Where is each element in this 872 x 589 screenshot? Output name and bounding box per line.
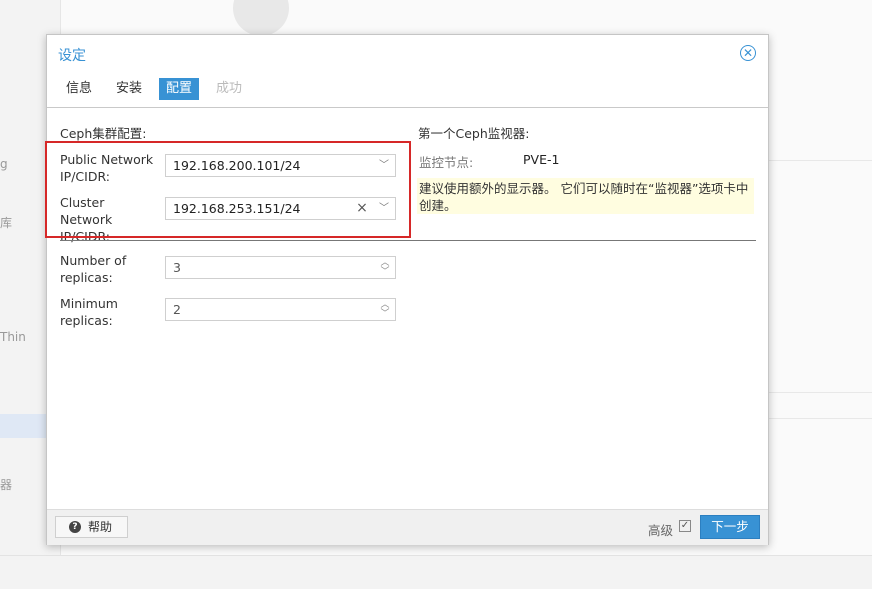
spinner-arrows-icon[interactable]: ︿ ﹀ <box>379 259 391 277</box>
background-sidebar-selected <box>0 414 46 438</box>
number-of-replicas-spinner[interactable]: 3 ︿ ﹀ <box>165 256 396 279</box>
minimum-replicas-spinner[interactable]: 2 ︿ ﹀ <box>165 298 396 321</box>
background-divider <box>766 418 872 419</box>
advanced-label: 高级 <box>648 523 674 538</box>
tab-install[interactable]: 安装 <box>109 78 149 100</box>
monitor-node-label: 监控节点: <box>419 155 474 170</box>
question-icon: ? <box>69 521 81 533</box>
close-icon[interactable]: ✕ <box>740 45 756 61</box>
spinner-arrows-icon[interactable]: ︿ ﹀ <box>379 301 391 319</box>
minimum-replicas-value: 2 <box>173 302 181 317</box>
tab-bar: 信息 安装 配置 成功 <box>47 73 768 108</box>
help-button-label: 帮助 <box>88 520 113 534</box>
number-of-replicas-label: Number of replicas: <box>60 253 127 285</box>
minimum-replicas-label: Minimum replicas: <box>60 296 118 328</box>
background-sidebar-item: g <box>0 157 8 171</box>
dialog-header: 设定 ✕ <box>47 35 768 73</box>
advanced-checkbox[interactable]: ✓ <box>679 520 691 532</box>
monitor-node-value: PVE-1 <box>523 152 560 167</box>
dialog-title: 设定 <box>58 48 86 64</box>
section-divider <box>60 240 756 241</box>
background-divider <box>766 160 872 161</box>
highlight-box <box>45 141 411 238</box>
tab-success: 成功 <box>216 81 243 96</box>
setup-dialog: 设定 ✕ 信息 安装 配置 成功 Ceph集群配置: Public Networ… <box>46 34 769 545</box>
ceph-monitor-section-title: 第一个Ceph监视器: <box>418 126 530 141</box>
background-footer-band <box>0 555 872 589</box>
background-sidebar-item: Thin <box>0 330 26 344</box>
number-of-replicas-value: 3 <box>173 260 181 275</box>
tab-configuration[interactable]: 配置 <box>159 78 200 100</box>
dialog-footer: ? 帮助 高级 ✓ 下一步 <box>47 509 768 545</box>
tab-info[interactable]: 信息 <box>59 78 99 100</box>
background-sidebar-item: 库 <box>0 216 13 230</box>
monitor-hint: 建议使用额外的显示器。 它们可以随时在“监视器”选项卡中创建。 <box>417 178 754 214</box>
ceph-cluster-section-title: Ceph集群配置: <box>60 126 147 141</box>
background-divider <box>766 392 872 393</box>
background-sidebar-item: 器 <box>0 478 13 492</box>
help-button[interactable]: ? 帮助 <box>55 516 128 538</box>
next-button[interactable]: 下一步 <box>700 515 760 539</box>
